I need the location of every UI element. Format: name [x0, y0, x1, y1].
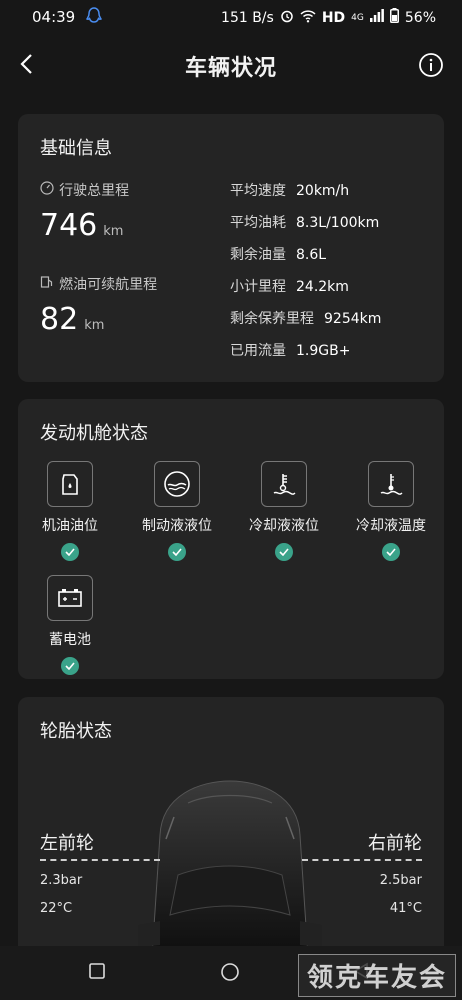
- stat-avg-fuel: 平均油耗 8.3L/100km: [230, 212, 379, 232]
- engine-item-coolant-temp[interactable]: 冷却液温度: [341, 461, 441, 561]
- stat-value: 20km/h: [296, 183, 350, 199]
- recents-icon[interactable]: [88, 962, 106, 984]
- network-type: 4G: [351, 12, 364, 23]
- odometer-value-row: 746 km: [40, 208, 123, 243]
- engine-item-coolant-level[interactable]: 冷却液液位: [234, 461, 334, 561]
- battery-status-icon: [389, 8, 399, 27]
- stat-label: 剩余油量: [230, 247, 286, 263]
- battery-percent: 56%: [404, 9, 436, 26]
- watermark-logo: 领克车友会: [297, 954, 456, 997]
- app-bar: 车辆状况: [0, 34, 462, 96]
- front-right-label: 右前轮: [368, 833, 422, 854]
- tire-card: 轮胎状态 左前轮 2.3bar 22°C 右前轮 2.5bar 41°C: [18, 697, 444, 958]
- home-icon[interactable]: [220, 962, 240, 986]
- stat-remaining-fuel: 剩余油量 8.6L: [230, 244, 326, 264]
- fuel-pump-icon: [40, 274, 59, 293]
- engine-item-label: 制动液液位: [142, 518, 212, 534]
- front-right-temp: 41°C: [389, 901, 422, 916]
- qq-icon: [85, 7, 103, 29]
- basic-info-title: 基础信息: [40, 138, 112, 159]
- stat-service: 剩余保养里程 9254km: [230, 308, 381, 328]
- info-icon[interactable]: [418, 52, 444, 78]
- engine-item-label: 冷却液液位: [249, 518, 319, 534]
- coolant-level-icon: [261, 461, 307, 507]
- net-speed: 151 B/s: [221, 9, 274, 26]
- range-label-row: 燃油可续航里程: [40, 274, 157, 294]
- wifi-icon: [300, 9, 316, 27]
- odometer-unit: km: [103, 224, 124, 239]
- range-unit: km: [84, 318, 105, 333]
- engine-item-label: 机油油位: [42, 518, 98, 534]
- stat-value: 8.3L/100km: [296, 215, 380, 231]
- stat-avg-speed: 平均速度 20km/h: [230, 180, 349, 200]
- coolant-temp-icon: [368, 461, 414, 507]
- range-label: 燃油可续航里程: [59, 277, 158, 293]
- stat-value: 8.6L: [296, 247, 327, 263]
- engine-item-label: 蓄电池: [49, 632, 91, 648]
- stat-trip: 小计里程 24.2km: [230, 276, 349, 296]
- engine-item-battery[interactable]: 蓄电池: [20, 575, 120, 675]
- front-left-divider: [40, 859, 160, 861]
- alarm-icon: [280, 9, 294, 27]
- status-right: 151 B/s HD 4G 56%: [221, 8, 436, 27]
- front-left-label: 左前轮: [40, 833, 94, 854]
- stat-label: 平均速度: [230, 183, 286, 199]
- front-left-pressure: 2.3bar: [40, 873, 83, 888]
- engine-item-label: 冷却液温度: [356, 518, 426, 534]
- stat-label: 平均油耗: [230, 215, 286, 231]
- odometer-label-row: 行驶总里程: [40, 180, 129, 200]
- status-time: 04:39: [32, 8, 76, 26]
- tire-title: 轮胎状态: [40, 721, 112, 742]
- status-bar: 04:39 151 B/s HD 4G 56%: [0, 0, 462, 34]
- front-right-pressure: 2.5bar: [379, 873, 422, 888]
- stat-label: 小计里程: [230, 279, 286, 295]
- page-title: 车辆状况: [184, 56, 277, 81]
- engine-title: 发动机舱状态: [40, 423, 148, 444]
- check-icon: [275, 543, 293, 561]
- basic-info-card: 基础信息 行驶总里程 746 km 燃油可续航里程 82 km 平均速度 20km/h…: [18, 114, 444, 382]
- signal-icon: [369, 9, 384, 26]
- range-value-row: 82 km: [40, 302, 104, 337]
- battery-icon: [47, 575, 93, 621]
- hd-label: HD: [321, 9, 346, 26]
- stat-data-usage: 已用流量 1.9GB+: [230, 340, 350, 360]
- range-value: 82: [40, 302, 79, 337]
- odometer-value: 746: [40, 208, 98, 243]
- check-icon: [61, 657, 79, 675]
- stat-label: 剩余保养里程: [230, 311, 314, 327]
- front-left-temp: 22°C: [40, 901, 73, 916]
- check-icon: [168, 543, 186, 561]
- check-icon: [61, 543, 79, 561]
- stat-value: 9254km: [324, 311, 382, 327]
- stat-value: 1.9GB+: [296, 343, 351, 359]
- engine-item-oil[interactable]: 机油油位: [20, 461, 120, 561]
- oil-can-icon: [47, 461, 93, 507]
- car-top-view-image: [130, 775, 330, 958]
- front-right-divider: [302, 859, 422, 861]
- engine-item-brake[interactable]: 制动液液位: [127, 461, 227, 561]
- stat-value: 24.2km: [296, 279, 349, 295]
- check-icon: [382, 543, 400, 561]
- engine-card: 发动机舱状态 机油油位 制动液液位 冷却液液位 冷却液温度 蓄电池: [18, 399, 444, 679]
- odometer-label: 行驶总里程: [59, 183, 130, 199]
- stat-label: 已用流量: [230, 343, 286, 359]
- odometer-icon: [40, 180, 59, 199]
- brake-fluid-icon: [154, 461, 200, 507]
